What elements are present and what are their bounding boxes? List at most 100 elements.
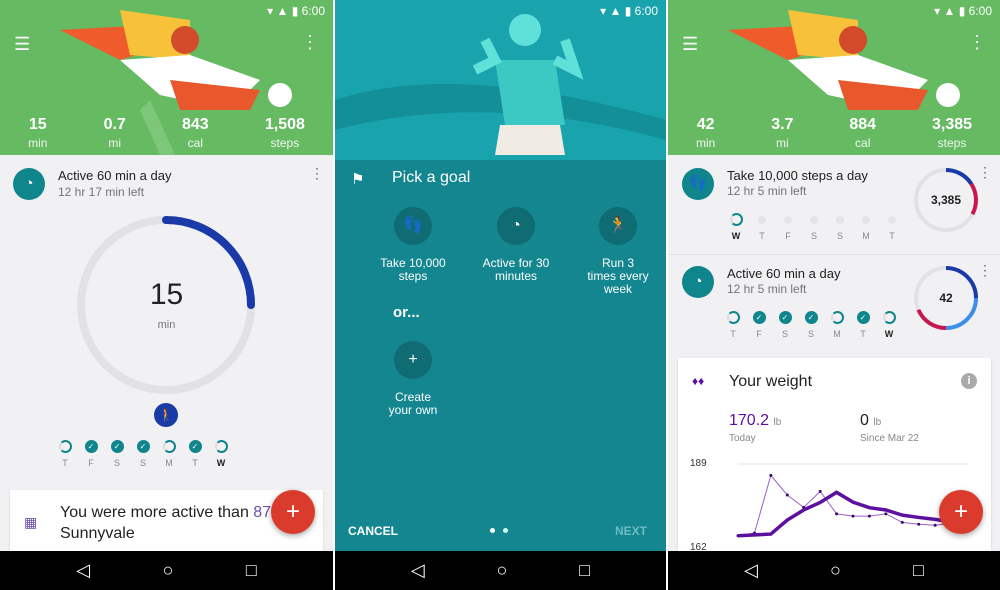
option-label: Create your own: [388, 390, 438, 417]
day-indicator: ✓ S: [130, 440, 156, 468]
status-bar: ▾ ▲ ▮ 6:00: [600, 4, 658, 18]
nav-bar: ◁ ○ □: [0, 551, 333, 590]
goal-subtitle: 12 hr 5 min left: [727, 184, 807, 198]
goal-option-active[interactable]: ◔ Active for 30 minutes: [466, 207, 566, 283]
stats-row: 15 min 0.7 mi 843 cal 1,508 steps: [0, 116, 333, 150]
day-indicator: W: [876, 311, 902, 339]
timer-icon: ◔: [13, 168, 45, 200]
day-label: W: [216, 458, 226, 468]
day-indicator: M: [853, 213, 879, 241]
nav-bar: ◁ ○ □: [335, 551, 666, 590]
home-button[interactable]: ○: [830, 560, 841, 581]
data-point: [851, 514, 855, 518]
weight-card[interactable]: ♦♦ Your weight i 170.2 lb Today 0 lb Sin…: [678, 358, 991, 558]
page-title: Pick a goal: [392, 169, 471, 186]
stat-unit: mi: [108, 136, 122, 150]
day-indicator: M: [824, 311, 850, 339]
day-label: S: [810, 231, 817, 241]
insight-percent: 87: [253, 504, 272, 521]
add-fab-button[interactable]: +: [271, 490, 315, 534]
goal-subtitle: 12 hr 17 min left: [58, 185, 145, 199]
day-label: S: [113, 458, 120, 468]
progress-dot-icon: [214, 440, 228, 453]
active-ring-value: 42: [939, 291, 953, 305]
cancel-button[interactable]: CANCEL: [348, 524, 398, 538]
day-label: S: [836, 231, 843, 241]
insight-line2: Sunnyvale: [60, 525, 135, 542]
flag-icon: ⚑: [351, 171, 365, 188]
next-button[interactable]: NEXT: [615, 524, 647, 538]
day-indicator: T: [879, 213, 905, 241]
stats-row: 42 min 3.7 mi 884 cal 3,385 steps: [668, 116, 1000, 150]
data-point: [785, 493, 789, 497]
progress-dot-icon: [882, 311, 896, 324]
screen-pick-goal: ▾ ▲ ▮ 6:00 ⚑ Pick a goal 👣 Take 10,000 st…: [335, 0, 666, 590]
measurement-line: [737, 474, 969, 537]
stat-value: 15: [28, 116, 47, 133]
check-icon: ✓: [84, 440, 98, 453]
status-bar: ▾ ▲ ▮ 6:00: [934, 4, 992, 18]
day-indicator: ✓ F: [78, 440, 104, 468]
back-button[interactable]: ◁: [744, 560, 758, 581]
stat-mi: 0.7 mi: [104, 116, 126, 150]
menu-icon[interactable]: ☰: [14, 34, 30, 55]
city-icon: ▦: [24, 514, 38, 530]
week-days: T ✓ F ✓ S ✓ S M ✓ T W: [720, 311, 902, 339]
day-label: T: [889, 231, 895, 241]
day-indicator: S: [801, 213, 827, 241]
progress-dot-icon: [862, 216, 870, 224]
stat-mi: 3.7 mi: [771, 116, 793, 150]
goal-option-steps[interactable]: 👣 Take 10,000 steps: [363, 207, 463, 283]
clock: 6:00: [634, 4, 658, 18]
day-indicator: ✓ S: [798, 311, 824, 339]
menu-icon[interactable]: ☰: [682, 34, 698, 55]
progress-dot-icon: [162, 440, 176, 453]
day-indicator: ✓ S: [772, 311, 798, 339]
stat-unit: steps: [937, 136, 967, 150]
day-indicator: W: [208, 440, 234, 468]
weight-chart: [736, 463, 970, 538]
home-button[interactable]: ○: [163, 560, 174, 581]
data-point: [835, 512, 839, 516]
back-button[interactable]: ◁: [76, 560, 90, 581]
day-label: S: [781, 329, 788, 339]
goal-title: Active 60 min a day: [58, 168, 172, 183]
stat-steps: 1,508 steps: [265, 116, 305, 150]
home-button[interactable]: ○: [497, 560, 508, 581]
steps-ring-value: 3,385: [930, 193, 962, 207]
status-bar: ▾ ▲ ▮ 6:00: [267, 4, 325, 18]
data-point: [917, 522, 921, 526]
recents-button[interactable]: □: [579, 560, 590, 581]
check-icon: ✓: [110, 440, 124, 453]
footsteps-icon: 👣: [682, 168, 714, 200]
goal-more-icon[interactable]: ⋮: [310, 165, 324, 182]
goal-more-icon[interactable]: ⋮: [978, 164, 992, 181]
more-icon[interactable]: ⋮: [301, 32, 319, 53]
progress-dot-icon: [888, 216, 896, 224]
clock: 6:00: [301, 4, 325, 18]
more-icon[interactable]: ⋮: [968, 32, 986, 53]
recents-button[interactable]: □: [913, 560, 924, 581]
check-icon: ✓: [778, 311, 792, 324]
goal-title: Active 60 min a day: [727, 266, 841, 281]
timer-icon: ◔: [682, 266, 714, 298]
add-fab-button[interactable]: +: [939, 490, 983, 534]
data-point: [769, 473, 773, 477]
header: ☰ ⋮ 15 min 0.7 mi 843 cal 1,508 steps: [0, 0, 333, 155]
day-label: T: [759, 231, 765, 241]
stat-unit: cal: [187, 136, 203, 150]
check-icon: ✓: [856, 311, 870, 324]
progress-dot-icon: [729, 213, 743, 226]
day-indicator: ✓ T: [850, 311, 876, 339]
back-button[interactable]: ◁: [411, 560, 425, 581]
day-label: S: [139, 458, 146, 468]
recents-button[interactable]: □: [246, 560, 257, 581]
create-own-button[interactable]: + Create your own: [363, 341, 463, 417]
goal-option-run[interactable]: 🏃 Run 3 times every week: [568, 207, 666, 296]
goal-more-icon[interactable]: ⋮: [978, 262, 992, 279]
insight-line1: You were more active than: [60, 504, 254, 521]
check-icon: ✓: [804, 311, 818, 324]
check-icon: ✓: [136, 440, 150, 453]
walking-icon[interactable]: 🚶: [154, 403, 178, 427]
screen-activity: ▾ ▲ ▮ 6:00 ☰ ⋮ 15 min 0.7 mi 843 cal 1,508 s…: [0, 0, 333, 590]
